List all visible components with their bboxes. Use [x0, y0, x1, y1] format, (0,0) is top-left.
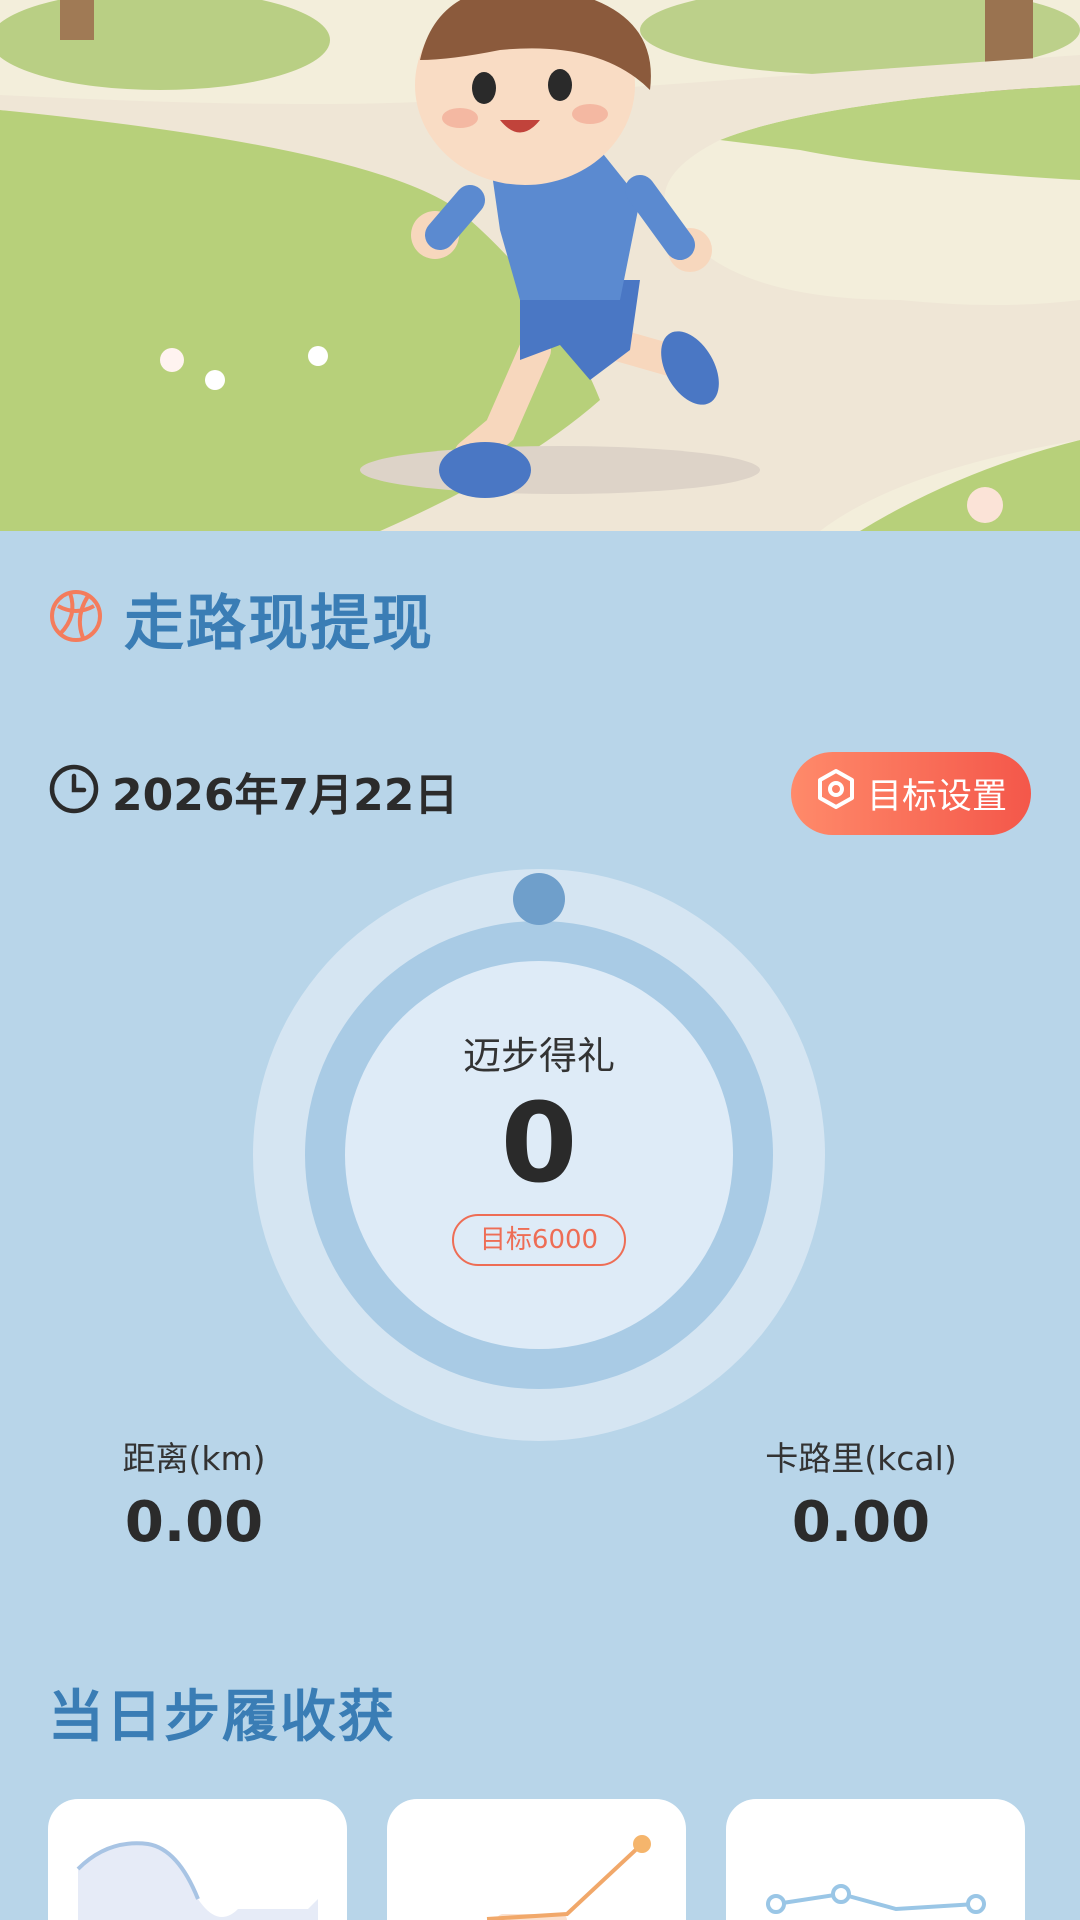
step-progress-ring: 迈步得礼 0 目标6000	[253, 869, 825, 1441]
calorie-label: 卡路里(kcal)	[765, 1439, 957, 1478]
goal-settings-label: 目标设置	[866, 777, 1007, 817]
distance-label: 距离(km)	[122, 1439, 266, 1478]
hero-illustration	[0, 0, 1080, 531]
page-title: 走路现提现	[124, 588, 434, 659]
hexagon-settings-icon	[815, 768, 857, 819]
harvest-card-dot-chart[interactable]	[726, 1799, 1025, 1920]
ring-progress-knob	[513, 873, 565, 925]
clock-icon	[48, 763, 100, 819]
ring-label: 迈步得礼	[462, 1034, 615, 1078]
page-header: 走路现提现	[48, 578, 434, 659]
dot-line-chart-icon	[766, 1884, 986, 1914]
calorie-stat: 卡路里(kcal) 0.00	[731, 1432, 991, 1555]
harvest-card-area-chart[interactable]	[48, 1799, 347, 1920]
section-title: 当日步履收获	[48, 1685, 396, 1750]
basketball-icon	[48, 588, 104, 648]
harvest-card-line-chart[interactable]	[387, 1799, 686, 1920]
distance-stat: 距离(km) 0.00	[64, 1432, 324, 1555]
line-chart-icon	[486, 1835, 651, 1920]
area-chart-icon	[76, 1841, 318, 1920]
step-count: 0	[500, 1079, 578, 1207]
calorie-value: 0.00	[791, 1490, 931, 1555]
goal-settings-button[interactable]: 目标设置	[791, 752, 1031, 835]
date-row: 2026年7月22日	[48, 758, 458, 824]
current-date: 2026年7月22日	[112, 770, 459, 821]
ring-center: 迈步得礼 0 目标6000	[345, 961, 733, 1349]
distance-value: 0.00	[124, 1490, 264, 1555]
step-goal-badge: 目标6000	[451, 1213, 627, 1266]
